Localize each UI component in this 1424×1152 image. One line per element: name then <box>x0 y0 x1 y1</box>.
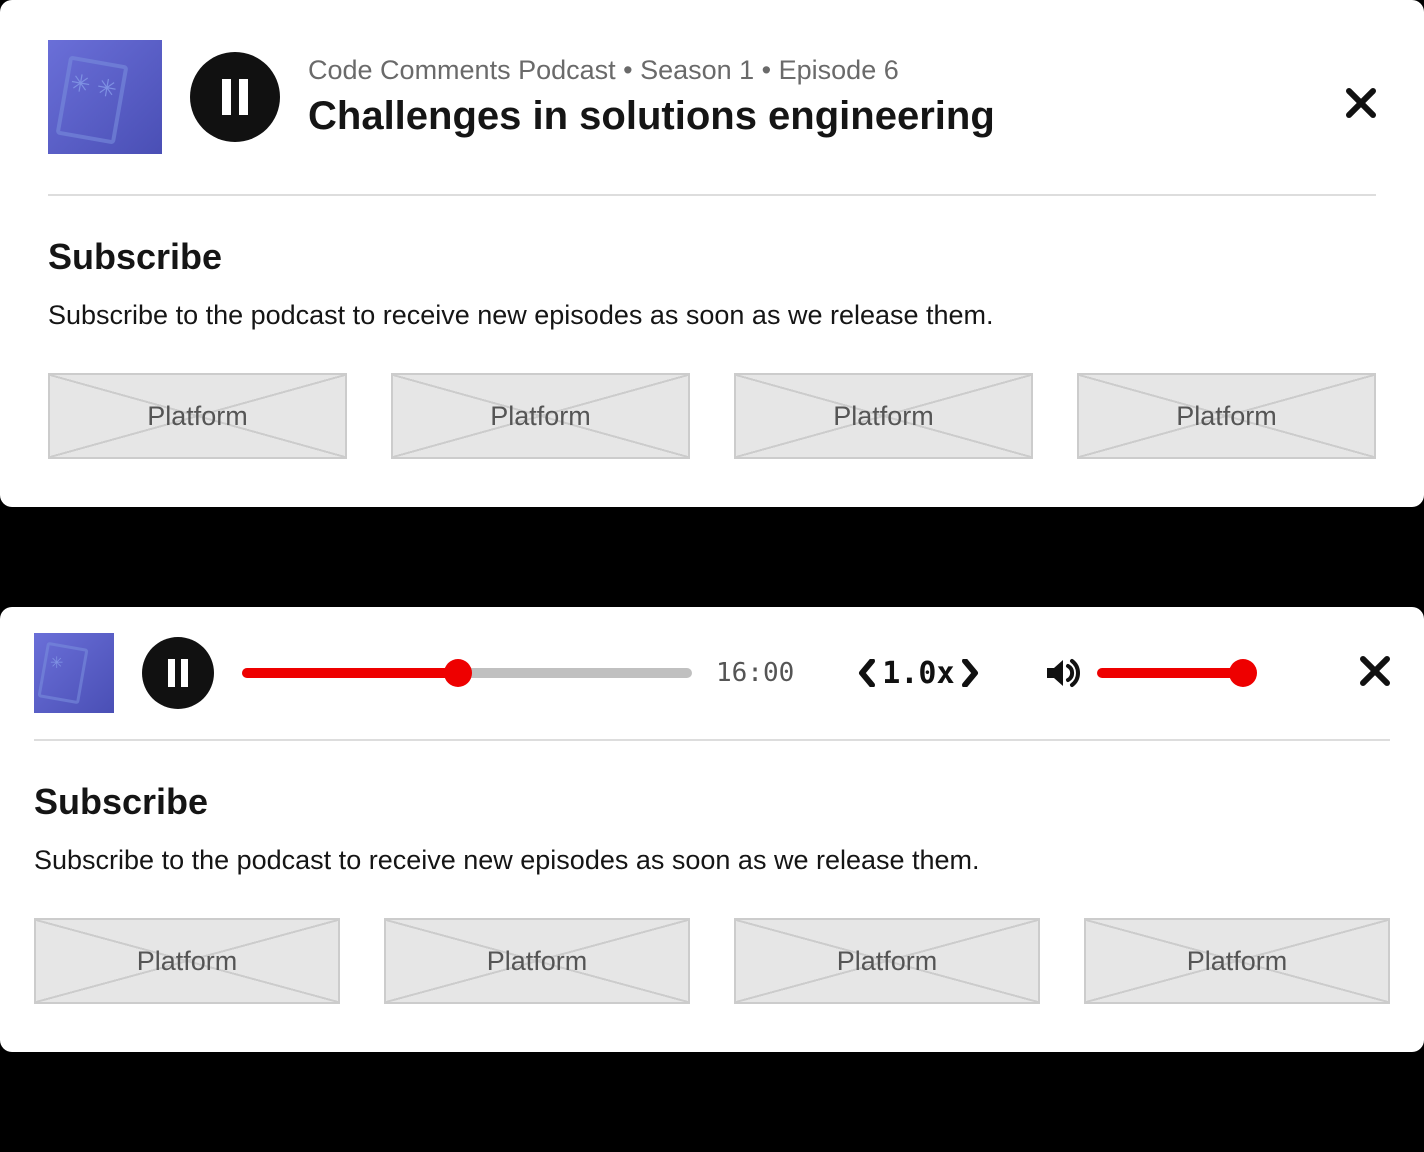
progress-thumb[interactable] <box>444 659 472 687</box>
platform-label: Platform <box>833 401 934 432</box>
volume-icon[interactable] <box>1043 654 1081 692</box>
platform-button[interactable]: Platform <box>1077 373 1376 459</box>
platform-label: Platform <box>147 401 248 432</box>
platform-label: Platform <box>1176 401 1277 432</box>
time-display: 16:00 <box>716 658 794 688</box>
volume-control <box>1043 654 1253 692</box>
platform-label: Platform <box>490 401 591 432</box>
platform-button[interactable]: Platform <box>734 918 1040 1004</box>
platform-button[interactable]: Platform <box>48 373 347 459</box>
pause-button[interactable] <box>190 52 280 142</box>
compact-player-header: 16:00 1.0x <box>0 607 1424 739</box>
close-button[interactable] <box>1360 656 1390 691</box>
subscribe-section: Subscribe Subscribe to the podcast to re… <box>0 196 1424 507</box>
breadcrumb: Code Comments Podcast • Season 1 • Episo… <box>308 55 1376 86</box>
podcast-player-card-compact: 16:00 1.0x <box>0 607 1424 1052</box>
podcast-artwork <box>34 633 114 713</box>
pause-icon <box>220 79 250 115</box>
subscribe-description: Subscribe to the podcast to receive new … <box>48 300 1376 331</box>
subscribe-heading: Subscribe <box>48 236 1376 278</box>
platform-label: Platform <box>837 946 938 977</box>
progress-track[interactable] <box>242 668 692 678</box>
platform-button[interactable]: Platform <box>734 373 1033 459</box>
platform-list: Platform Platform Platform Platform <box>48 373 1376 459</box>
playback-speed-control: 1.0x <box>858 656 978 691</box>
subscribe-heading: Subscribe <box>34 781 1390 823</box>
close-button[interactable] <box>1346 88 1376 123</box>
platform-button[interactable]: Platform <box>384 918 690 1004</box>
close-icon <box>1346 88 1376 118</box>
progress-group: 16:00 <box>242 658 794 688</box>
platform-label: Platform <box>487 946 588 977</box>
pause-icon <box>167 659 189 687</box>
podcast-player-card-expanded: Code Comments Podcast • Season 1 • Episo… <box>0 0 1424 507</box>
subscribe-description: Subscribe to the podcast to receive new … <box>34 845 1390 876</box>
pause-button[interactable] <box>142 637 214 709</box>
podcast-artwork <box>48 40 162 154</box>
player-header: Code Comments Podcast • Season 1 • Episo… <box>0 0 1424 184</box>
platform-list: Platform Platform Platform Platform <box>34 918 1390 1004</box>
close-icon <box>1360 656 1390 686</box>
volume-track[interactable] <box>1097 668 1253 678</box>
platform-label: Platform <box>1187 946 1288 977</box>
speed-value: 1.0x <box>882 656 954 691</box>
progress-fill <box>242 668 458 678</box>
volume-thumb[interactable] <box>1229 659 1257 687</box>
chevron-right-icon[interactable] <box>961 659 979 687</box>
subscribe-section: Subscribe Subscribe to the podcast to re… <box>0 741 1424 1052</box>
platform-label: Platform <box>137 946 238 977</box>
platform-button[interactable]: Platform <box>34 918 340 1004</box>
platform-button[interactable]: Platform <box>391 373 690 459</box>
episode-title: Challenges in solutions engineering <box>308 94 1376 139</box>
chevron-left-icon[interactable] <box>858 659 876 687</box>
platform-button[interactable]: Platform <box>1084 918 1390 1004</box>
title-block: Code Comments Podcast • Season 1 • Episo… <box>308 55 1376 139</box>
